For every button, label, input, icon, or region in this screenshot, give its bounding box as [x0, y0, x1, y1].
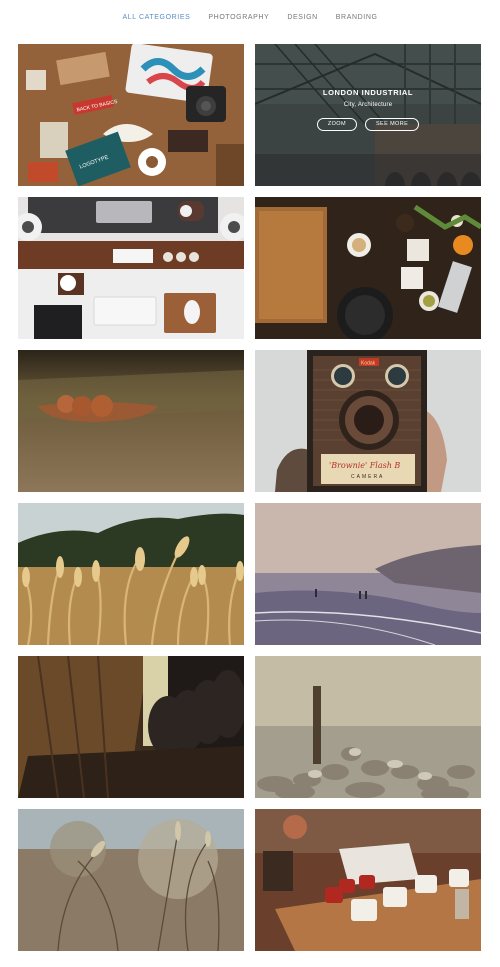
rocky-shore-image: [255, 656, 481, 798]
portfolio-item-design-flatlay[interactable]: BACK TO BASICS LOGOTYPE: [18, 44, 244, 186]
portfolio-item-cinema-seats[interactable]: [18, 656, 244, 798]
overlay-actions: ZOOM SEE MORE: [316, 117, 420, 131]
portfolio-item-wooden-balls[interactable]: [18, 350, 244, 492]
zoom-button[interactable]: ZOOM: [316, 117, 357, 131]
portfolio-item-london-industrial[interactable]: LONDON INDUSTRIAL City, Architecture ZOO…: [255, 44, 481, 186]
portfolio-item-kitchen-spices[interactable]: [255, 197, 481, 339]
filter-photography[interactable]: PHOTOGRAPHY: [208, 13, 269, 23]
portfolio-item-brownie-camera[interactable]: Kodak 'Brownie' Flash B CAMERA: [255, 350, 481, 492]
item-categories: City, Architecture: [343, 101, 393, 108]
wild-grass-image: [18, 809, 244, 951]
camera-brand-text: Kodak: [361, 361, 376, 367]
portfolio-item-desk-workspace[interactable]: [18, 197, 244, 339]
filter-branding[interactable]: BRANDING: [336, 13, 378, 23]
camera-model-text: 'Brownie' Flash B: [329, 461, 400, 470]
filter-design[interactable]: DESIGN: [287, 13, 317, 23]
see-more-button[interactable]: SEE MORE: [364, 117, 420, 131]
item-hover-overlay: LONDON INDUSTRIAL City, Architecture ZOO…: [255, 44, 481, 186]
portfolio-item-rocky-shore[interactable]: [255, 656, 481, 798]
misty-beach-image: [255, 503, 481, 645]
portfolio-grid: BACK TO BASICS LOGOTYPE LONDON INDUSTRIA…: [18, 44, 481, 951]
portfolio-item-misty-beach[interactable]: [255, 503, 481, 645]
brownie-camera-image: Kodak 'Brownie' Flash B CAMERA: [255, 350, 481, 492]
item-title: LONDON INDUSTRIAL: [322, 87, 414, 97]
camera-word-text: CAMERA: [351, 474, 384, 480]
wooden-balls-image: [18, 350, 244, 492]
portfolio-item-wheat-field[interactable]: [18, 503, 244, 645]
filter-all-categories[interactable]: ALL CATEGORIES: [122, 13, 190, 23]
cinema-seats-image: [18, 656, 244, 798]
category-filter-bar: ALL CATEGORIES PHOTOGRAPHY DESIGN BRANDI…: [0, 13, 500, 23]
coffee-table-image: [255, 809, 481, 951]
portfolio-item-wild-grass[interactable]: [18, 809, 244, 951]
wheat-field-image: [18, 503, 244, 645]
portfolio-item-coffee-table[interactable]: [255, 809, 481, 951]
desk-workspace-image: [18, 197, 244, 339]
design-flatlay-image: BACK TO BASICS LOGOTYPE: [18, 44, 244, 186]
kitchen-spices-image: [255, 197, 481, 339]
